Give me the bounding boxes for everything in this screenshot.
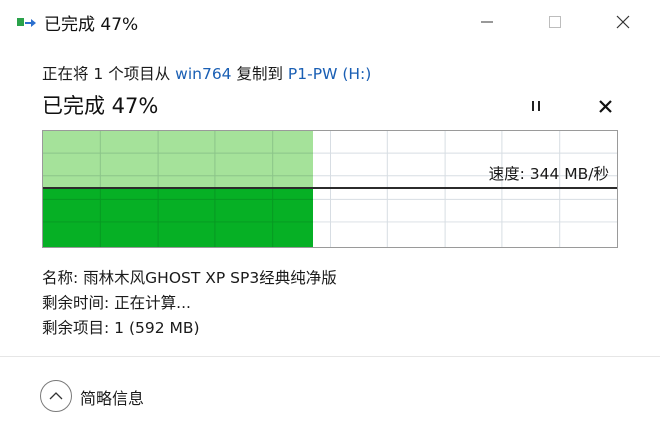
details-toggle-label[interactable]: 简略信息 — [80, 385, 144, 409]
source-link[interactable]: win764 — [175, 65, 231, 83]
time-remaining-label: 剩余时间: 正在计算... — [42, 294, 191, 312]
speed-line — [43, 187, 617, 189]
pause-button[interactable] — [522, 94, 550, 118]
copy-middle: 复制到 — [231, 65, 288, 83]
cancel-icon — [598, 99, 612, 113]
cancel-button[interactable] — [592, 94, 618, 118]
pause-icon — [532, 101, 540, 111]
title-bar: 已完成 47% — [0, 0, 660, 44]
items-remaining-label: 剩余项目: 1 (592 MB) — [42, 319, 200, 337]
copy-prefix: 正在将 1 个项目从 — [42, 65, 176, 83]
details-toggle-button[interactable] — [40, 380, 72, 412]
maximize-icon — [549, 16, 561, 28]
window-title: 已完成 47% — [44, 15, 139, 35]
speed-label: 速度: 344 MB/秒 — [488, 165, 609, 183]
graph-grid — [43, 131, 617, 247]
maximize-button[interactable] — [532, 0, 578, 44]
progress-title: 已完成 47% — [42, 94, 159, 118]
close-icon — [616, 15, 630, 29]
destination-link[interactable]: P1-PW (H:) — [288, 65, 371, 83]
chevron-up-icon — [49, 392, 63, 400]
divider — [0, 356, 660, 357]
minimize-button[interactable] — [464, 0, 510, 44]
speed-graph: 速度: 344 MB/秒 — [42, 130, 618, 248]
copy-description: 正在将 1 个项目从 win764 复制到 P1-PW (H:) — [42, 62, 371, 84]
file-copy-icon — [17, 14, 37, 30]
close-button[interactable] — [600, 0, 646, 44]
minimize-icon — [481, 21, 493, 23]
file-name-label: 名称: 雨林木风GHOST XP SP3经典纯净版 — [42, 269, 337, 287]
